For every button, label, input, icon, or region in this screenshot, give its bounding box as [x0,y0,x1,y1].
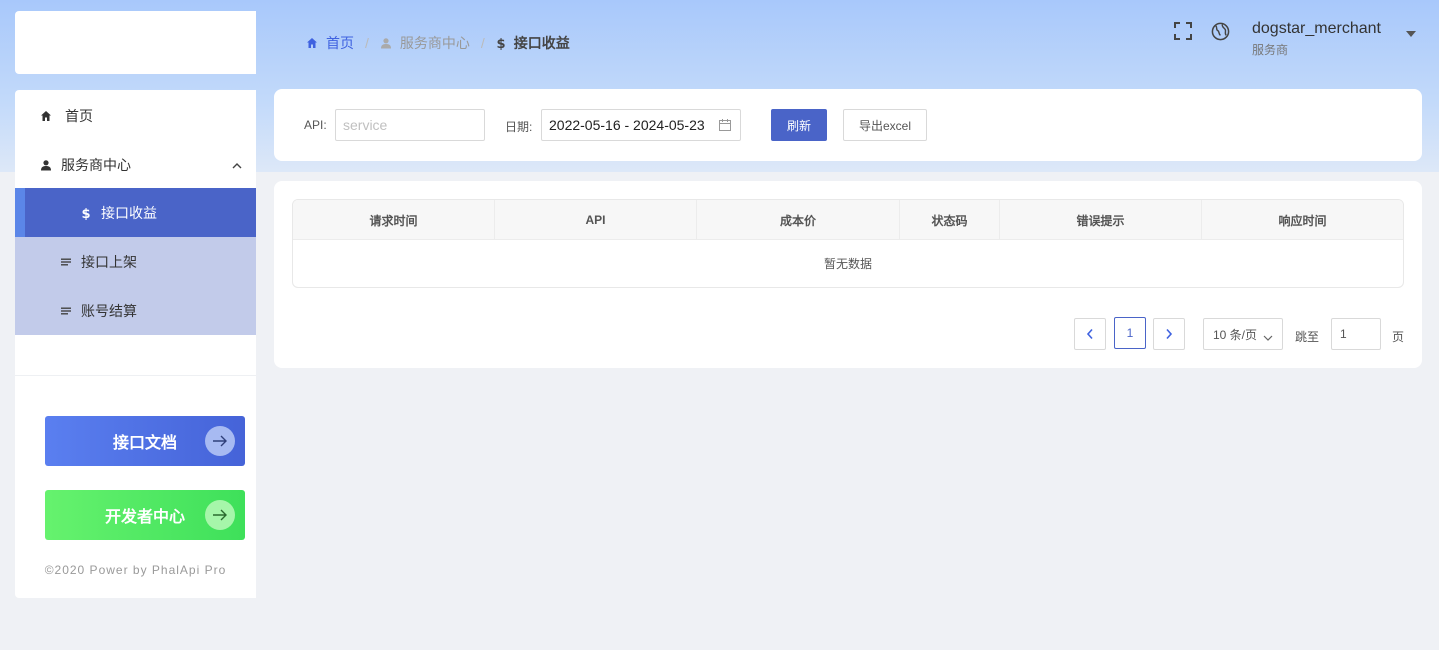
calendar-icon [718,118,732,135]
list-icon [59,304,73,318]
chevron-up-icon [232,157,242,173]
home-icon [39,109,53,123]
chevron-left-icon [1086,328,1093,340]
arrow-right-icon [205,426,235,456]
fullscreen-icon[interactable] [1173,21,1193,41]
prev-page-button[interactable] [1074,318,1106,350]
column-header: 请求时间 [293,200,495,240]
date-filter-label: 日期: [505,120,533,134]
sidebar-item-api-revenue[interactable]: $ 接口收益 [15,188,256,237]
data-table: 请求时间 API 成本价 状态码 错误提示 响应时间 暂无数据 [292,199,1404,288]
page-suffix-label: 页 [1392,330,1405,344]
page-1-button[interactable]: 1 [1114,317,1146,349]
user-name[interactable]: dogstar_merchant [1252,20,1381,38]
user-icon [39,158,53,172]
date-range-picker[interactable]: 2022-05-16 - 2024-05-23 [541,109,741,141]
column-header: 状态码 [900,200,1000,240]
copyright-text: ©2020 Power by PhalApi Pro [44,563,227,577]
list-icon [59,255,73,269]
breadcrumb-home-label: 首页 [326,35,354,51]
page-size-select[interactable]: 10 条/页 [1203,318,1283,350]
home-icon [306,37,318,49]
breadcrumb-current: $ 接口收益 [496,33,570,53]
chevron-down-icon [1263,331,1273,345]
divider [15,375,256,376]
column-header: 错误提示 [1000,200,1202,240]
jump-label: 跳至 [1295,330,1320,344]
dollar-icon: $ [496,36,506,50]
sidebar-item-merchant-center[interactable]: 服务商中心 [15,140,256,189]
refresh-button[interactable]: 刷新 [771,109,827,141]
api-search-input[interactable] [335,109,485,141]
date-range-value: 2022-05-16 - 2024-05-23 [549,117,705,133]
breadcrumb-home[interactable]: 首页 [306,33,354,53]
breadcrumb: 首页 / 服务商中心 / $ 接口收益 [306,33,570,53]
sidebar-item-account-settlement[interactable]: 账号结算 [15,286,256,335]
sidebar-item-label: 接口上架 [81,253,137,270]
svg-text:$: $ [81,207,90,220]
logo-area [15,11,256,74]
sidebar-item-api-listing[interactable]: 接口上架 [15,237,256,286]
column-header: 响应时间 [1278,213,1327,228]
breadcrumb-center-label: 服务商中心 [399,35,470,51]
sidebar-item-label: 首页 [65,107,93,124]
developer-center-button-label: 开发者中心 [104,509,185,526]
sidebar: 首页 服务商中心 $ 接口收益 接口上架 账号结算 接口文档 开发者中心 ©20… [15,90,256,598]
empty-state: 暂无数据 [823,257,872,271]
column-header: API [495,200,697,240]
export-excel-button[interactable]: 导出excel [843,109,927,141]
results-panel: 请求时间 API 成本价 状态码 错误提示 响应时间 暂无数据 1 10 条/页… [274,181,1422,368]
dollar-icon: $ [79,206,93,220]
sidebar-item-label: 服务商中心 [61,156,131,173]
caret-down-icon[interactable] [1405,25,1417,37]
jump-page-input[interactable] [1331,318,1381,350]
table-header: 请求时间 API 成本价 状态码 错误提示 响应时间 [293,200,1403,240]
breadcrumb-separator: / [480,35,485,51]
column-header: 成本价 [697,200,900,240]
sidebar-item-label: 账号结算 [81,302,137,319]
api-docs-button[interactable]: 接口文档 [45,416,245,466]
page-size-value: 10 条/页 [1213,327,1258,342]
breadcrumb-merchant-center[interactable]: 服务商中心 [380,33,470,53]
arrow-right-icon [205,500,235,530]
user-icon [380,37,392,49]
sidebar-item-home[interactable]: 首页 [15,91,256,140]
filter-bar: API: 日期: 2022-05-16 - 2024-05-23 刷新 导出ex… [274,89,1422,161]
breadcrumb-separator: / [365,35,369,51]
svg-text:$: $ [496,37,505,50]
api-filter-label: API: [304,118,327,132]
globe-icon[interactable] [1210,21,1230,41]
user-role: 服务商 [1252,43,1289,57]
next-page-button[interactable] [1153,318,1185,350]
developer-center-button[interactable]: 开发者中心 [45,490,245,540]
breadcrumb-current-label: 接口收益 [513,35,570,51]
sidebar-item-label: 接口收益 [101,204,157,221]
api-docs-button-label: 接口文档 [112,435,177,452]
chevron-right-icon [1166,328,1173,340]
